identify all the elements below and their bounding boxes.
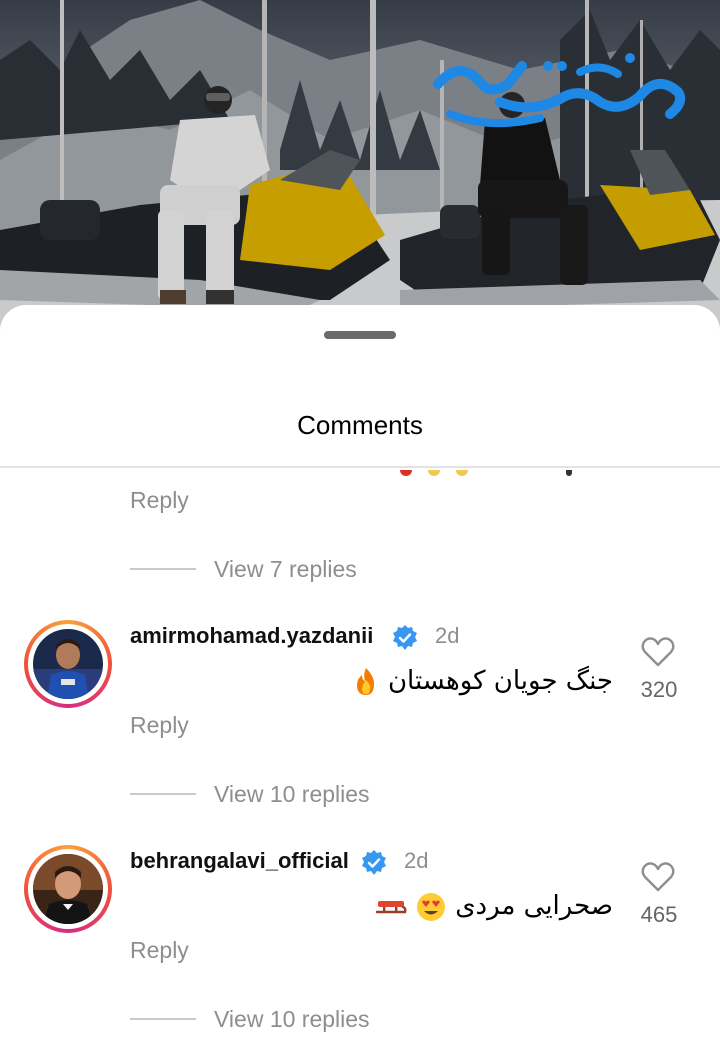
brand-logo-artwork (433, 53, 686, 128)
verified-badge-icon (393, 625, 417, 650)
verified-badge-icon (362, 850, 386, 875)
comment-time: 2d (435, 623, 460, 648)
comment-username[interactable]: amirmohamad.yazdanii (130, 622, 373, 650)
thread-line (130, 793, 196, 795)
reply-button[interactable]: Reply (130, 486, 189, 514)
scrolled-comment-fragment (380, 470, 600, 476)
avatar[interactable] (24, 845, 112, 933)
view-replies-label: View 10 replies (214, 781, 370, 807)
comment-body: جنگ جویان کوهستان (387, 666, 613, 696)
reply-button[interactable]: Reply (130, 936, 189, 964)
heart-icon[interactable] (640, 860, 676, 894)
heart-icon[interactable] (640, 635, 676, 669)
thread-line (130, 1018, 196, 1020)
comment-item: amirmohamad.yazdanii 2d جنگ جویان کوهستا… (0, 620, 720, 730)
sled-emoji-icon (375, 900, 407, 913)
like-count: 465 (640, 902, 678, 927)
view-replies-label: View 10 replies (214, 1006, 370, 1032)
like-count: 320 (640, 677, 678, 702)
comment-text: جنگ جویان کوهستان (352, 664, 613, 698)
reply-button[interactable]: Reply (130, 711, 189, 739)
avatar-photo (33, 854, 103, 924)
comment-body: صحرایی مردی (455, 891, 613, 921)
view-replies-button[interactable]: View 10 replies (130, 1004, 410, 1034)
comment-username[interactable]: behrangalavi_official (130, 847, 349, 875)
comments-sheet: Comments Reply View 7 replies amirmohama… (0, 305, 720, 1056)
thread-line (130, 568, 196, 570)
avatar[interactable] (24, 620, 112, 708)
comment-time: 2d (404, 848, 429, 873)
view-replies-button[interactable]: View 10 replies (130, 779, 410, 809)
avatar-photo (33, 629, 103, 699)
view-replies-button[interactable]: View 7 replies (130, 554, 390, 584)
heart-eyes-emoji-icon (416, 892, 445, 921)
wrestler-portrait (33, 629, 103, 699)
host-portrait (33, 854, 103, 924)
view-replies-label: View 7 replies (214, 556, 357, 582)
comment-item: behrangalavi_official 2d صحرایی مردی 465 (0, 845, 720, 955)
brand-logo (430, 44, 690, 136)
sheet-title: Comments (297, 410, 423, 440)
header-divider (0, 466, 720, 468)
comment-text: صحرایی مردی (375, 889, 613, 923)
sheet-drag-handle[interactable] (324, 331, 396, 339)
fire-emoji-icon (356, 667, 374, 695)
